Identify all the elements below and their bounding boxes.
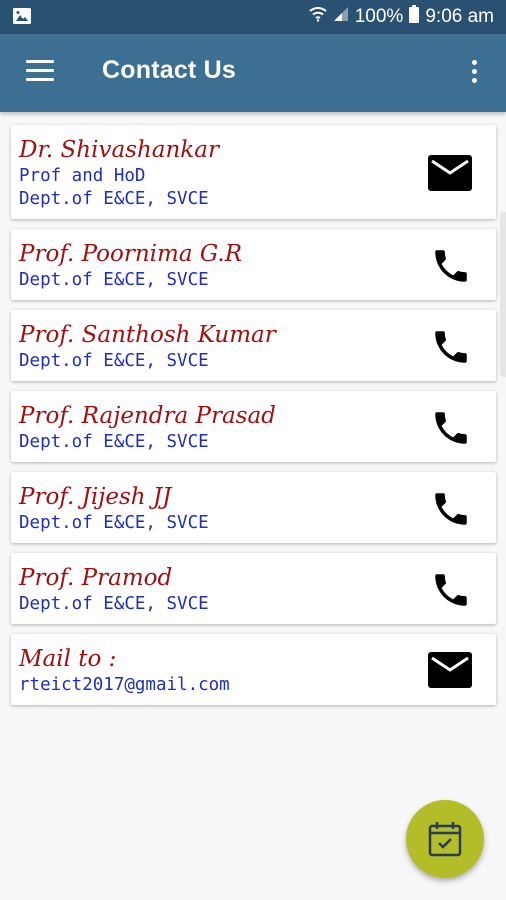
page-title: Contact Us xyxy=(102,56,236,84)
contact-list: Dr. Shivashankar Prof and HoD Dept.of E&… xyxy=(11,125,496,715)
clock-time: 9:06 am xyxy=(425,6,494,27)
phone-icon[interactable] xyxy=(430,488,472,534)
mail-to-label: Mail to : xyxy=(19,646,117,672)
contact-card-shivashankar[interactable]: Dr. Shivashankar Prof and HoD Dept.of E&… xyxy=(11,125,496,219)
phone-icon[interactable] xyxy=(430,407,472,453)
contact-name: Prof. Santhosh Kumar xyxy=(19,322,276,348)
hamburger-menu-icon[interactable] xyxy=(26,60,54,82)
contact-card-jijesh[interactable]: Prof. Jijesh JJ Dept.of E&CE, SVCE xyxy=(11,472,496,543)
contact-card-rajendra[interactable]: Prof. Rajendra Prasad Dept.of E&CE, SVCE xyxy=(11,391,496,462)
contact-name: Prof. Jijesh JJ xyxy=(19,484,172,510)
contact-card-santhosh[interactable]: Prof. Santhosh Kumar Dept.of E&CE, SVCE xyxy=(11,310,496,381)
contact-designation: Prof and HoD xyxy=(19,166,146,186)
contact-department: Dept.of E&CE, SVCE xyxy=(19,270,209,290)
mail-icon[interactable] xyxy=(428,652,472,692)
app-bar: Contact Us xyxy=(0,34,506,112)
battery-icon xyxy=(409,5,420,29)
calendar-fab-button[interactable] xyxy=(406,800,484,878)
contact-name: Prof. Poornima G.R xyxy=(19,241,243,267)
contact-name: Prof. Rajendra Prasad xyxy=(19,403,276,429)
contact-card-pramod[interactable]: Prof. Pramod Dept.of E&CE, SVCE xyxy=(11,553,496,624)
battery-percent: 100% xyxy=(354,6,404,27)
more-options-icon[interactable] xyxy=(462,60,486,88)
wifi-icon xyxy=(309,6,327,28)
contact-card-poornima[interactable]: Prof. Poornima G.R Dept.of E&CE, SVCE xyxy=(11,229,496,300)
contact-department: Dept.of E&CE, SVCE xyxy=(19,594,209,614)
contact-department: Dept.of E&CE, SVCE xyxy=(19,351,209,371)
mail-icon[interactable] xyxy=(428,155,472,195)
gallery-notification-icon xyxy=(12,7,32,29)
contact-name: Dr. Shivashankar xyxy=(19,137,219,163)
contact-department: Dept.of E&CE, SVCE xyxy=(19,189,209,209)
mail-to-card[interactable]: Mail to : rteict2017@gmail.com xyxy=(11,634,496,705)
calendar-check-icon xyxy=(428,822,462,857)
phone-icon[interactable] xyxy=(430,569,472,615)
status-bar: 100% 9:06 am xyxy=(0,0,506,34)
phone-icon[interactable] xyxy=(430,245,472,291)
phone-icon[interactable] xyxy=(430,326,472,372)
scroll-indicator[interactable] xyxy=(500,212,506,377)
email-address[interactable]: rteict2017@gmail.com xyxy=(19,674,416,697)
contact-department: Dept.of E&CE, SVCE xyxy=(19,513,209,533)
contact-name: Prof. Pramod xyxy=(19,565,173,591)
cell-signal-icon xyxy=(333,6,349,28)
contact-department: Dept.of E&CE, SVCE xyxy=(19,432,209,452)
